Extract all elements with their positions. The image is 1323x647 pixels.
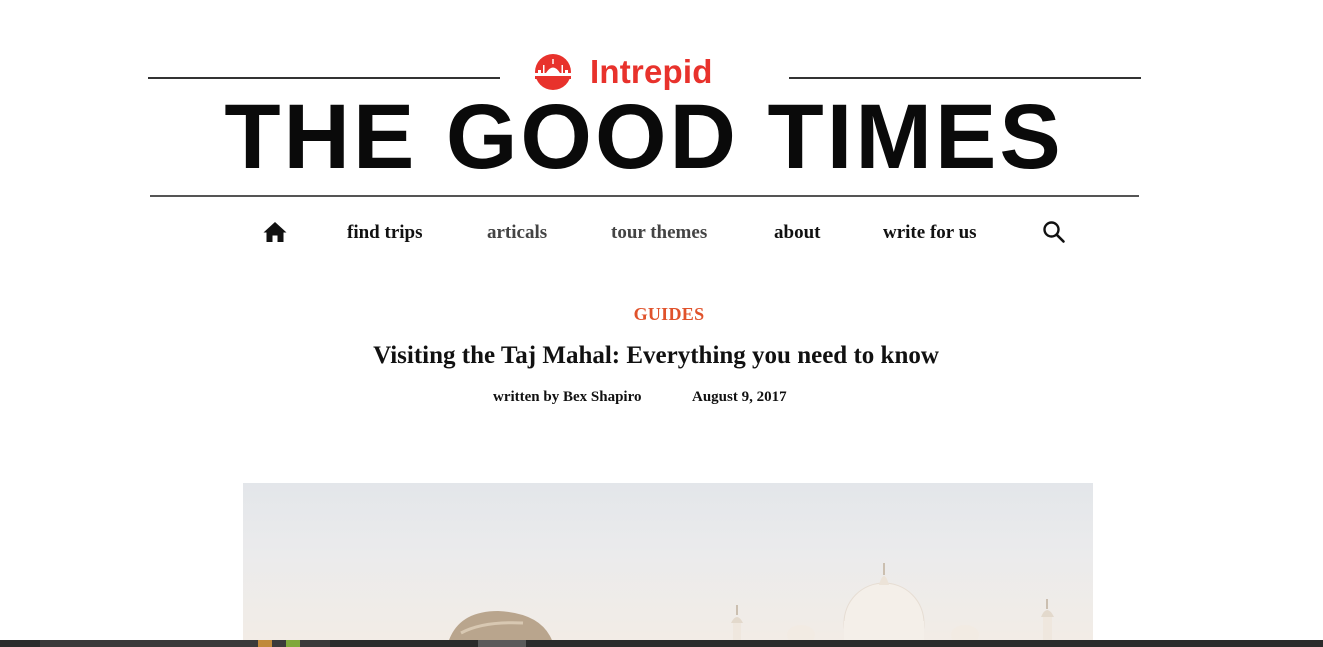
taskbar-app-icon[interactable] [258,640,272,647]
nav-tour-themes[interactable]: tour themes [611,214,707,254]
nav-find-trips[interactable]: find trips [347,214,423,254]
nav-about[interactable]: about [774,214,820,254]
masthead-rule-right [789,77,1141,79]
article-author[interactable]: written by Bex Shapiro [493,389,641,406]
taj-mahal-illustration [449,563,1054,640]
nav-search[interactable] [1042,220,1066,244]
main-nav: find trips articals tour themes about wr… [0,214,1323,254]
nav-write-for-us[interactable]: write for us [883,214,977,254]
site-title[interactable]: THE GOOD TIMES [164,91,1124,183]
article-date: August 9, 2017 [692,389,787,405]
nav-home[interactable] [262,220,288,246]
nav-articals[interactable]: articals [487,214,547,254]
taskbar-app-icon[interactable] [286,640,300,647]
hero-image [243,483,1093,640]
taskbar [0,640,1323,647]
masthead-rule-bottom [150,195,1139,197]
article-category[interactable]: GUIDES [0,304,1323,325]
taskbar-item[interactable] [478,640,526,647]
search-icon [1043,221,1065,243]
masthead-rule-left [148,77,500,79]
article-title: Visiting the Taj Mahal: Everything you n… [373,342,939,369]
home-icon [263,222,287,242]
masthead: Intrepid THE GOOD TIMES [0,0,1323,200]
